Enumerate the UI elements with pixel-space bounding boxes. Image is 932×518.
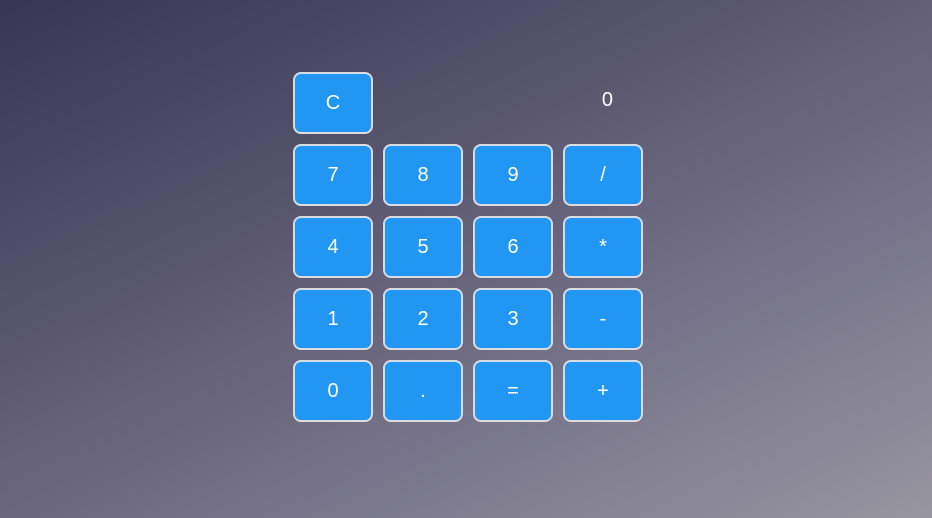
key-4-button[interactable]: 4 — [293, 216, 373, 278]
equals-button[interactable]: = — [473, 360, 553, 422]
key-9-button[interactable]: 9 — [473, 144, 553, 206]
subtract-button[interactable]: - — [563, 288, 643, 350]
calculator: C 0 7 8 9 / 4 5 6 * 1 2 3 - 0 . = + — [293, 72, 643, 422]
key-2-button[interactable]: 2 — [383, 288, 463, 350]
key-1-button[interactable]: 1 — [293, 288, 373, 350]
decimal-button[interactable]: . — [383, 360, 463, 422]
divide-button[interactable]: / — [563, 144, 643, 206]
key-0-button[interactable]: 0 — [293, 360, 373, 422]
key-6-button[interactable]: 6 — [473, 216, 553, 278]
key-7-button[interactable]: 7 — [293, 144, 373, 206]
key-8-button[interactable]: 8 — [383, 144, 463, 206]
key-5-button[interactable]: 5 — [383, 216, 463, 278]
clear-button[interactable]: C — [293, 72, 373, 134]
add-button[interactable]: + — [563, 360, 643, 422]
key-3-button[interactable]: 3 — [473, 288, 553, 350]
multiply-button[interactable]: * — [563, 216, 643, 278]
calculator-display: 0 — [601, 89, 613, 111]
